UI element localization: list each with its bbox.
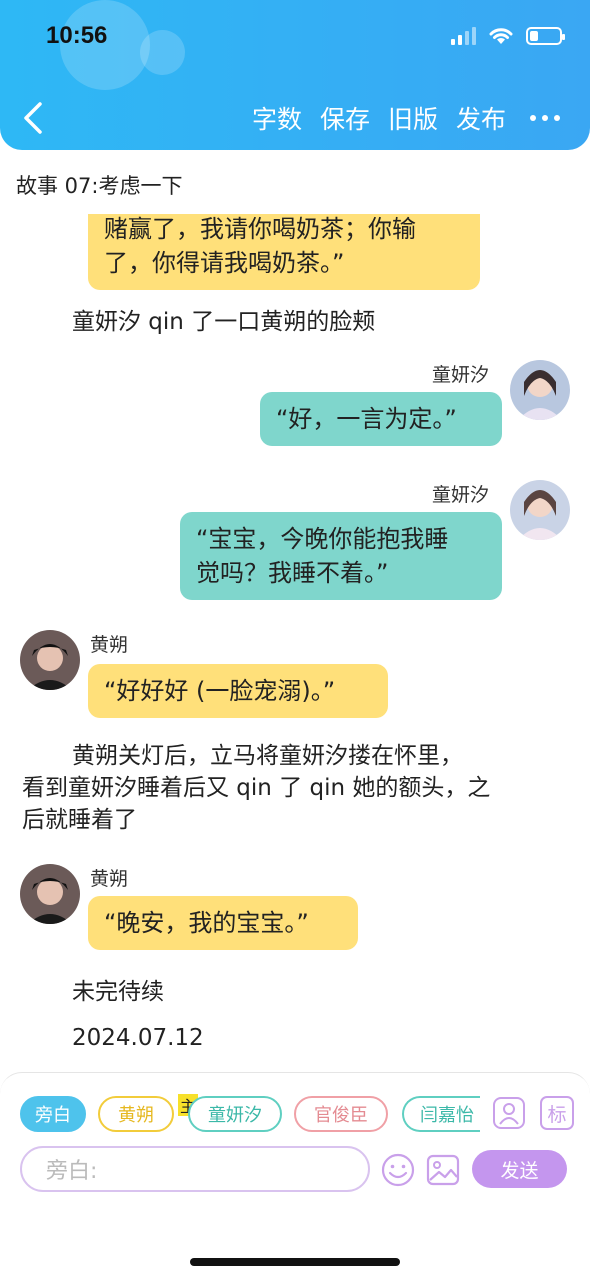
message-input[interactable]: 旁白: — [20, 1146, 370, 1192]
more-icon[interactable] — [530, 115, 560, 121]
role-chip-label: 旁白 — [35, 1105, 71, 1126]
narration[interactable]: 未完待续 — [72, 976, 164, 1008]
home-indicator[interactable] — [190, 1258, 400, 1266]
speaker-name: 童妍汐 — [432, 364, 490, 386]
role-chip-tongyanxi[interactable]: 童妍汐 — [188, 1096, 282, 1132]
publish-button[interactable]: 发布 — [456, 100, 506, 136]
decor-circle — [140, 30, 185, 75]
header-actions: 字数 保存 旧版 发布 — [252, 100, 560, 136]
role-chip-narrator[interactable]: 旁白 — [20, 1096, 86, 1132]
message-text: 觉吗？我睡不着。” — [196, 559, 389, 587]
mark-label: 标 — [547, 1103, 567, 1126]
role-chip-huangshuo[interactable]: 黄朔 — [98, 1096, 174, 1132]
battery-icon — [526, 27, 565, 45]
message-bubble[interactable]: “好好好 (一脸宠溺)。” — [88, 664, 388, 718]
avatar[interactable] — [20, 630, 80, 690]
message-bubble[interactable]: “好，一言为定。” — [260, 392, 502, 446]
message-text: “好，一言为定。” — [276, 405, 457, 433]
avatar[interactable] — [510, 360, 570, 420]
message-bubble[interactable]: “宝宝，今晚你能抱我睡 觉吗？我睡不着。” — [180, 512, 502, 600]
avatar[interactable] — [510, 480, 570, 540]
story-title: 故事 07:考虑一下 — [16, 174, 183, 198]
message-input-placeholder: 旁白: — [46, 1159, 98, 1184]
narration[interactable]: 黄朔关灯后，立马将童妍汐搂在怀里， 看到童妍汐睡着后又 qin 了 qin 她的… — [22, 740, 572, 836]
narration-line: 黄朔关灯后，立马将童妍汐搂在怀里， — [72, 743, 463, 769]
signal-icon — [451, 27, 476, 45]
back-icon[interactable] — [18, 100, 48, 136]
message-text: “好好好 (一脸宠溺)。” — [104, 677, 336, 705]
top-header: 10:56 字数 保存 旧版 发布 — [0, 0, 590, 150]
message-bubble[interactable]: 赌赢了，我请你喝奶茶；你输 了，你得请我喝奶茶。” — [88, 214, 480, 290]
old-version-button[interactable]: 旧版 — [388, 100, 438, 136]
narration[interactable]: 童妍汐 qin 了一口黄朔的脸颊 — [72, 306, 375, 338]
word-count-button[interactable]: 字数 — [252, 100, 302, 136]
save-button[interactable]: 保存 — [320, 100, 370, 136]
send-button[interactable]: 发送 — [472, 1150, 567, 1188]
message-text: 了，你得请我喝奶茶。” — [104, 249, 345, 277]
speaker-name: 黄朔 — [90, 868, 129, 890]
emoji-icon[interactable] — [380, 1152, 416, 1188]
role-chip-label: 官俊臣 — [314, 1105, 368, 1126]
role-chip-guanjunchen[interactable]: 官俊臣 — [294, 1096, 388, 1132]
speaker-name: 黄朔 — [90, 634, 129, 656]
avatar[interactable] — [20, 864, 80, 924]
message-text: 赌赢了，我请你喝奶茶；你输 — [104, 215, 416, 243]
send-label: 发送 — [500, 1159, 539, 1182]
message-text: “晚安，我的宝宝。” — [104, 909, 309, 937]
status-time: 10:56 — [46, 22, 108, 49]
role-chip-yanjiayi[interactable]: 闫嘉怡 — [402, 1096, 480, 1132]
mark-button[interactable]: 标 — [540, 1096, 574, 1130]
message-text: “宝宝，今晚你能抱我睡 — [196, 525, 449, 553]
add-role-icon[interactable] — [492, 1096, 526, 1130]
role-chip-label: 童妍汐 — [208, 1105, 262, 1126]
wifi-icon — [489, 28, 513, 44]
role-chip-label: 闫嘉怡 — [420, 1105, 474, 1126]
status-icons — [451, 26, 565, 46]
narration[interactable]: 2024.07.12 — [72, 1022, 204, 1054]
speaker-name: 童妍汐 — [432, 484, 490, 506]
role-chip-label: 黄朔 — [118, 1105, 154, 1126]
chat-area[interactable]: 赌赢了，我请你喝奶茶；你输 了，你得请我喝奶茶。” 童妍汐 qin 了一口黄朔的… — [0, 214, 590, 1064]
message-bubble[interactable]: “晚安，我的宝宝。” — [88, 896, 358, 950]
narration-line: 后就睡着了 — [22, 807, 137, 833]
narration-line: 看到童妍汐睡着后又 qin 了 qin 她的额头，之 — [22, 775, 491, 801]
image-icon[interactable] — [426, 1153, 460, 1187]
